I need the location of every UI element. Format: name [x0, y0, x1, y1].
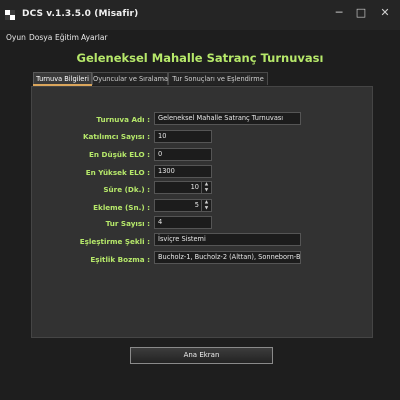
tab-oyuncular-ve-siralama[interactable]: Oyuncular ve Sıralama [92, 72, 168, 85]
maximize-button[interactable]: □ [352, 5, 370, 21]
title-bar: DCS v.1.3.5.0 (Misafir) ─ □ ✕ [0, 0, 400, 30]
close-button[interactable]: ✕ [376, 5, 394, 21]
increment-spin: ▲ ▼ [201, 200, 211, 211]
label-tur-sayisi: Tur Sayısı : [105, 219, 150, 228]
max-elo-input[interactable]: 1300 [154, 165, 212, 178]
tiebreak-select[interactable]: Bucholz-1, Bucholz-2 (Alttan), Sonneborn… [154, 251, 301, 264]
tournament-name-input[interactable]: Geleneksel Mahalle Satranç Turnuvası [154, 112, 301, 125]
tab-tur-sonuclari[interactable]: Tur Sonuçları ve Eşlendirme [168, 72, 268, 85]
label-turnuva-adi: Turnuva Adı : [96, 115, 150, 124]
menu-item-oyun[interactable]: Oyun [6, 33, 26, 42]
label-sure: Süre (Dk.) : [103, 185, 150, 194]
duration-stepper[interactable]: 10 ▲ ▼ [154, 181, 212, 194]
duration-spin: ▲ ▼ [201, 182, 211, 193]
pairing-system-select[interactable]: İsviçre Sistemi [154, 233, 301, 246]
minimize-button[interactable]: ─ [330, 5, 348, 21]
page-title: Geleneksel Mahalle Satranç Turnuvası [76, 51, 324, 65]
increment-value: 5 [194, 201, 199, 209]
window-title: DCS v.1.3.5.0 (Misafir) [22, 9, 139, 19]
label-ekleme: Ekleme (Sn.) : [93, 203, 150, 212]
label-en-dusuk-elo: En Düşük ELO : [88, 150, 150, 159]
label-katilimci-sayisi: Katılımcı Sayısı : [82, 132, 150, 141]
menu-item-dosya[interactable]: Dosya [29, 33, 52, 42]
chess-app-icon [5, 10, 15, 20]
increment-stepper[interactable]: 5 ▲ ▼ [154, 199, 212, 212]
main-screen-button[interactable]: Ana Ekran [130, 347, 273, 364]
menu-item-egitim[interactable]: Eğitim [55, 33, 79, 42]
spin-down-icon[interactable]: ▼ [202, 206, 211, 212]
label-eslestirme-sekli: Eşleştirme Şekli : [79, 237, 150, 246]
participant-count-input[interactable]: 10 [154, 130, 212, 143]
spin-down-icon[interactable]: ▼ [202, 188, 211, 194]
menu-item-ayarlar[interactable]: Ayarlar [81, 33, 108, 42]
round-count-input[interactable]: 4 [154, 216, 212, 229]
menu-bar: Oyun Dosya Eğitim Ayarlar [0, 30, 400, 46]
duration-value: 10 [190, 183, 199, 191]
label-esitlik-bozma: Eşitlik Bozma : [90, 255, 150, 264]
min-elo-input[interactable]: 0 [154, 148, 212, 161]
label-en-yuksek-elo: En Yüksek ELO : [85, 168, 150, 177]
